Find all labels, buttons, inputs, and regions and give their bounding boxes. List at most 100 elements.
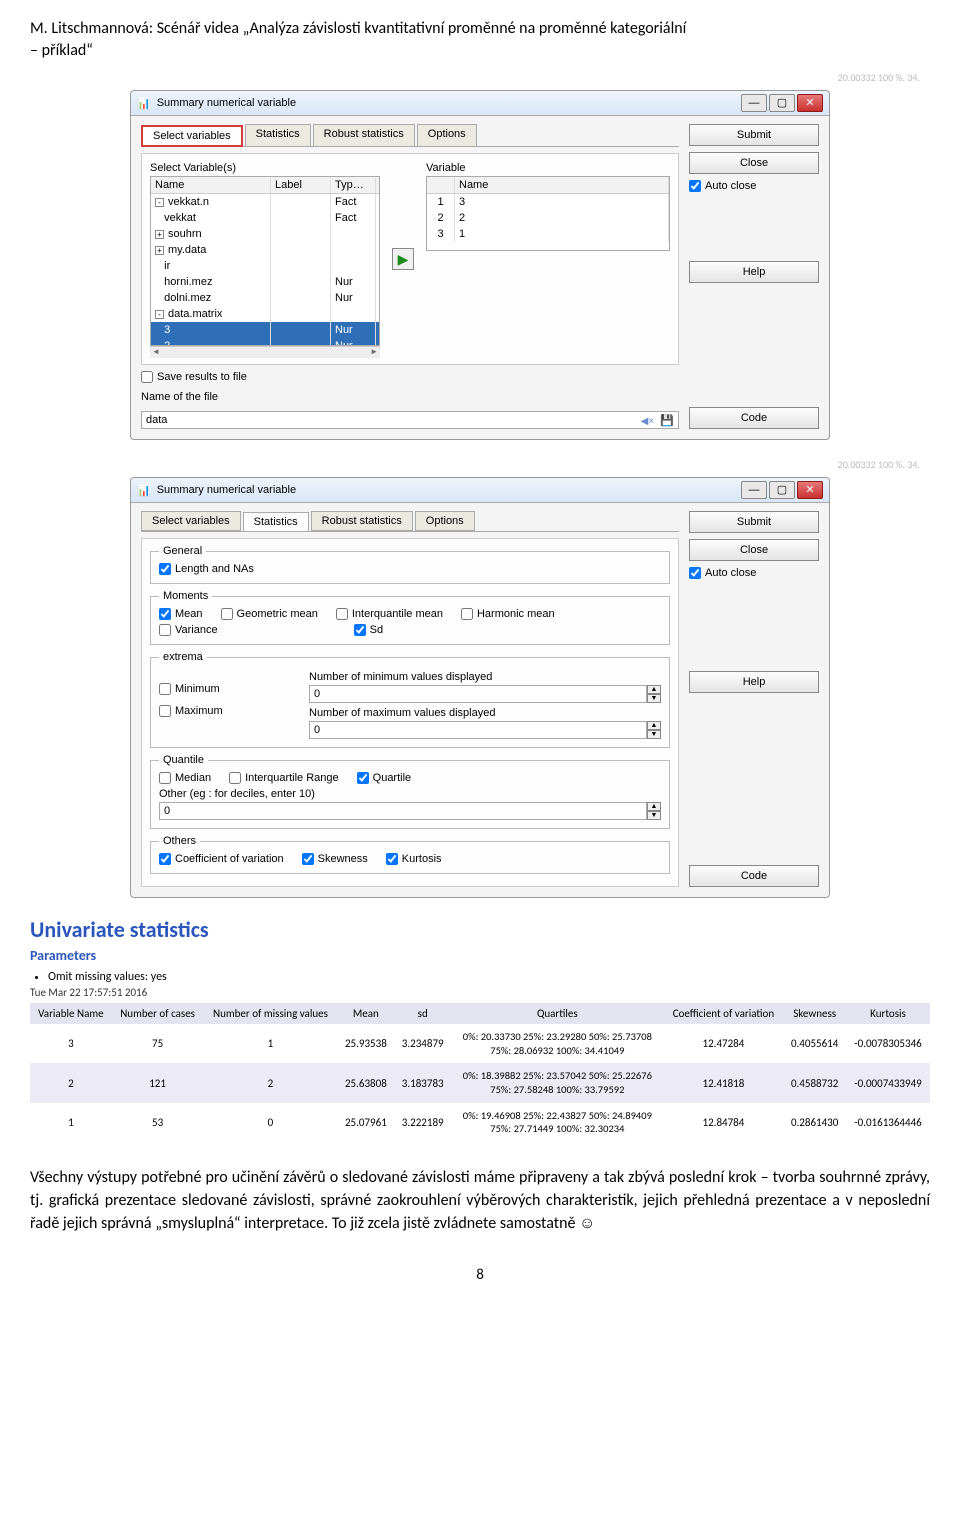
tab-bar2: Select variables Statistics Robust stati…	[141, 511, 679, 532]
tree-row[interactable]: 3Nur	[151, 322, 379, 338]
page-number: 8	[30, 1266, 930, 1284]
others-group: Others Coefficient of variation Skewness…	[150, 835, 670, 874]
minimize-icon[interactable]: —	[741, 481, 767, 499]
tree-row[interactable]: +souhrn	[151, 226, 379, 242]
variance-checkbox[interactable]: Variance	[159, 624, 218, 636]
tab-statistics[interactable]: Statistics	[245, 124, 311, 146]
harmonic-mean-checkbox[interactable]: Harmonic mean	[461, 608, 555, 620]
iqr-checkbox[interactable]: Interquartile Range	[229, 772, 339, 784]
tab-options[interactable]: Options	[417, 124, 477, 146]
code-button[interactable]: Code	[689, 407, 819, 429]
auto-close-checkbox[interactable]: Auto close	[689, 567, 819, 579]
save-results-checkbox[interactable]: Save results to file	[141, 371, 679, 383]
minimize-icon[interactable]: —	[741, 94, 767, 112]
table-header: Number of cases	[112, 1003, 204, 1024]
tab-select-variables[interactable]: Select variables	[141, 511, 241, 531]
tree-row[interactable]: 2Nur	[151, 338, 379, 346]
close-button[interactable]: Close	[689, 152, 819, 174]
omit-missing-bullet: Omit missing values: yes	[48, 970, 930, 984]
spin-down-icon[interactable]: ▼	[647, 694, 661, 703]
app-icon: 📊	[137, 484, 151, 497]
spin-up-icon[interactable]: ▲	[647, 685, 661, 694]
clear-icon[interactable]: ◀×	[641, 416, 655, 427]
interquantile-mean-checkbox[interactable]: Interquantile mean	[336, 608, 443, 620]
cv-checkbox[interactable]: Coefficient of variation	[159, 853, 284, 865]
quantile-group: Quantile Median Interquartile Range Quar…	[150, 754, 670, 829]
submit-button[interactable]: Submit	[689, 511, 819, 533]
maximum-checkbox[interactable]: Maximum	[159, 705, 279, 717]
table-header: Mean	[337, 1003, 394, 1024]
maximize-icon[interactable]: ▢	[769, 481, 795, 499]
table-header: sd	[394, 1003, 451, 1024]
spin-up-icon[interactable]: ▲	[647, 802, 661, 811]
list-item[interactable]: 13	[427, 194, 669, 210]
tree-row[interactable]: ir	[151, 258, 379, 274]
univariate-stats-table: Variable NameNumber of casesNumber of mi…	[30, 1003, 930, 1142]
median-checkbox[interactable]: Median	[159, 772, 211, 784]
tree-row[interactable]: horni.mezNur	[151, 274, 379, 290]
minimum-checkbox[interactable]: Minimum	[159, 683, 279, 695]
mean-checkbox[interactable]: Mean	[159, 608, 203, 620]
univariate-heading: Univariate statistics	[30, 916, 930, 943]
list-item[interactable]: 22	[427, 210, 669, 226]
col-label: Label	[271, 177, 331, 193]
variable-tree[interactable]: Name Label Typ… -vekkat.nFact vekkatFact…	[150, 176, 380, 346]
help-button[interactable]: Help	[689, 671, 819, 693]
sd-checkbox[interactable]: Sd	[354, 624, 383, 636]
closing-paragraph: Všechny výstupy potřebné pro učinění záv…	[30, 1166, 930, 1236]
col-name2: Name	[455, 177, 669, 193]
tree-scrollbar[interactable]	[150, 346, 380, 358]
tab-select-variables[interactable]: Select variables	[141, 125, 243, 147]
table-header: Kurtosis	[846, 1003, 930, 1024]
tab-robust-statistics[interactable]: Robust statistics	[311, 511, 413, 531]
move-right-button[interactable]: ▶	[392, 248, 414, 270]
help-button[interactable]: Help	[689, 261, 819, 283]
quartile-checkbox[interactable]: Quartile	[357, 772, 412, 784]
num-min-input[interactable]: ▲▼	[309, 685, 661, 703]
close-icon[interactable]: ✕	[797, 481, 823, 499]
tree-row[interactable]: vekkatFact	[151, 210, 379, 226]
auto-close-checkbox[interactable]: Auto close	[689, 180, 819, 192]
background-noise-text-2: 20.00332 100 %. 34.	[30, 458, 930, 471]
col-type: Typ…	[331, 177, 376, 193]
select-variables-label: Select Variable(s)	[150, 162, 380, 174]
tree-row[interactable]: +my.data	[151, 242, 379, 258]
window-title: Summary numerical variable	[157, 97, 735, 109]
kurtosis-checkbox[interactable]: Kurtosis	[386, 853, 442, 865]
parameters-subheading: Parameters	[30, 947, 930, 964]
length-nas-checkbox[interactable]: Length and NAs	[159, 563, 661, 575]
col-name: Name	[151, 177, 271, 193]
filename-input[interactable]: data ◀× 💾	[141, 411, 679, 429]
tree-row[interactable]: -vekkat.nFact	[151, 194, 379, 210]
save-file-icon[interactable]: 💾	[660, 415, 674, 427]
skewness-checkbox[interactable]: Skewness	[302, 853, 368, 865]
close-button[interactable]: Close	[689, 539, 819, 561]
other-quantile-label: Other (eg : for deciles, enter 10)	[159, 788, 661, 800]
close-icon[interactable]: ✕	[797, 94, 823, 112]
table-header: Coefficient of variation	[664, 1003, 784, 1024]
doc-header-line1: M. Litschmannová: Scénář videa „Analýza …	[30, 18, 930, 40]
selected-variable-table[interactable]: Name 132231	[426, 176, 670, 251]
tab-robust-statistics[interactable]: Robust statistics	[313, 124, 415, 146]
tab-options[interactable]: Options	[415, 511, 475, 531]
spin-down-icon[interactable]: ▼	[647, 730, 661, 739]
num-max-input[interactable]: ▲▼	[309, 721, 661, 739]
list-item[interactable]: 31	[427, 226, 669, 242]
general-group: General Length and NAs	[150, 545, 670, 584]
table-header: Skewness	[783, 1003, 846, 1024]
tree-row[interactable]: dolni.mezNur	[151, 290, 379, 306]
geometric-mean-checkbox[interactable]: Geometric mean	[221, 608, 318, 620]
tree-row[interactable]: -data.matrix	[151, 306, 379, 322]
spin-up-icon[interactable]: ▲	[647, 721, 661, 730]
code-button[interactable]: Code	[689, 865, 819, 887]
summary-dialog-select-vars: 📊 Summary numerical variable — ▢ ✕ Selec…	[130, 90, 830, 440]
summary-dialog-statistics: 📊 Summary numerical variable — ▢ ✕ Selec…	[130, 477, 830, 898]
tab-statistics[interactable]: Statistics	[243, 512, 309, 532]
spin-down-icon[interactable]: ▼	[647, 811, 661, 820]
table-header: Variable Name	[30, 1003, 112, 1024]
doc-header: M. Litschmannová: Scénář videa „Analýza …	[30, 18, 930, 61]
maximize-icon[interactable]: ▢	[769, 94, 795, 112]
num-min-label: Number of minimum values displayed	[309, 671, 661, 683]
submit-button[interactable]: Submit	[689, 124, 819, 146]
other-quantile-input[interactable]: ▲▼	[159, 802, 661, 820]
